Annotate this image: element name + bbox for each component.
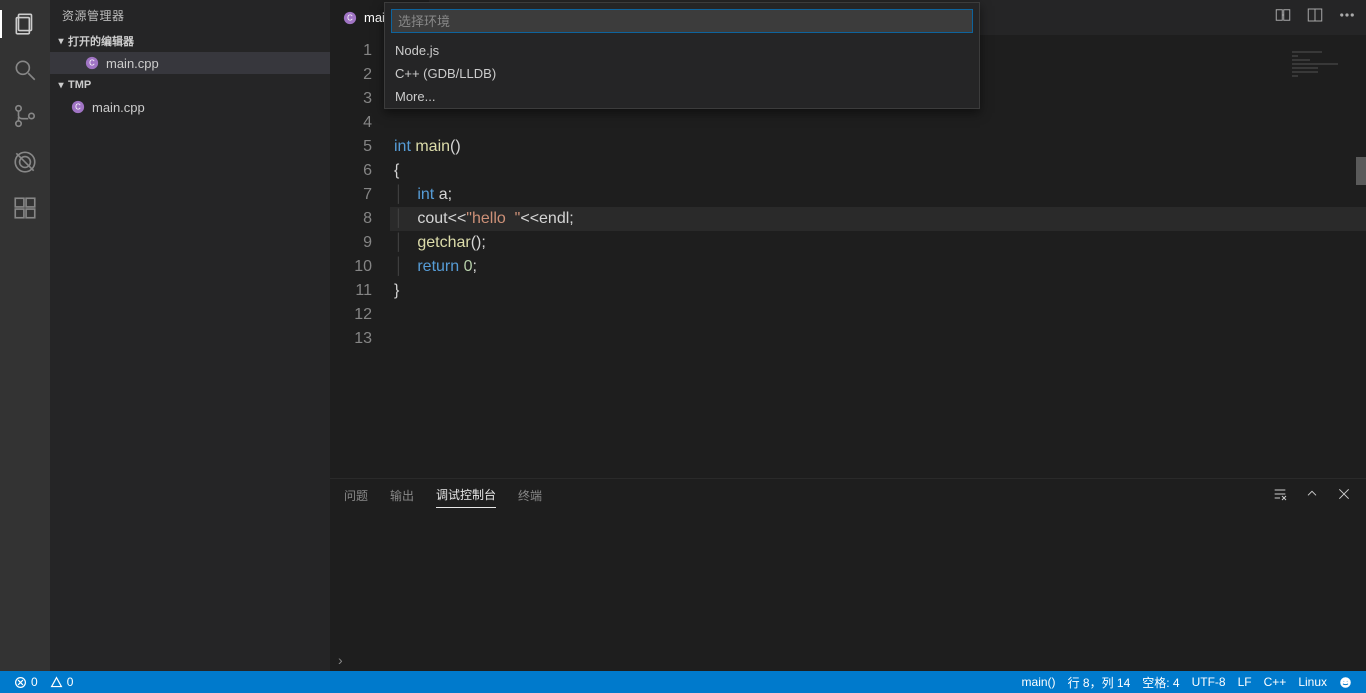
svg-text:C: C [75,103,81,112]
panel-body[interactable] [330,511,1366,649]
source-control-icon[interactable] [11,102,39,130]
compare-changes-icon[interactable] [1274,6,1292,29]
status-os[interactable]: Linux [1292,675,1333,689]
quick-pick-item[interactable]: More... [385,85,979,108]
status-eol[interactable]: LF [1232,675,1258,689]
warning-count: 0 [67,675,74,689]
overview-ruler-marker [1356,157,1366,185]
cpp-file-icon: C [342,10,358,26]
more-actions-icon[interactable] [1338,6,1356,29]
panel-tab-output[interactable]: 输出 [390,483,414,508]
status-bar: 0 0 main() 行 8，列 14 空格: 4 UTF-8 LF C++ L… [0,671,1366,693]
status-errors[interactable]: 0 [8,675,44,689]
debug-repl-prompt[interactable]: › [330,649,1366,671]
chevron-down-icon: ▾ [54,36,68,47]
section-workspace[interactable]: ▾ TMP [50,74,330,96]
explorer-icon[interactable] [11,10,39,38]
activity-bar [0,0,50,671]
collapse-panel-icon[interactable] [1304,486,1320,505]
split-editor-icon[interactable] [1306,6,1324,29]
chevron-down-icon: ▾ [54,80,68,91]
status-warnings[interactable]: 0 [44,675,80,689]
status-language[interactable]: C++ [1258,675,1293,689]
quick-pick-input[interactable] [391,9,973,33]
section-label: 打开的编辑器 [68,33,134,49]
status-cursor-position[interactable]: 行 8，列 14 [1062,674,1137,691]
line-number-gutter: 12345678910111213 [330,35,390,478]
extensions-icon[interactable] [11,194,39,222]
panel-tabs: 问题 输出 调试控制台 终端 [330,479,1366,511]
section-open-editors[interactable]: ▾ 打开的编辑器 [50,30,330,52]
status-encoding[interactable]: UTF-8 [1186,675,1232,689]
debug-icon[interactable] [11,148,39,176]
svg-text:C: C [347,13,353,22]
section-label: TMP [68,79,91,91]
panel-tab-problems[interactable]: 问题 [344,483,368,508]
quick-pick-item[interactable]: Node.js [385,39,979,62]
chevron-right-icon: › [338,652,343,668]
status-scope[interactable]: main() [1016,675,1062,689]
svg-text:C: C [89,59,95,68]
open-editor-item[interactable]: C main.cpp [50,52,330,74]
quick-pick: Node.js C++ (GDB/LLDB) More... [384,2,980,109]
panel-tab-debug-console[interactable]: 调试控制台 [436,482,496,508]
cpp-file-icon: C [84,55,100,71]
cpp-file-icon: C [70,99,86,115]
editor-area: C main.cpp [330,0,1366,671]
workspace-file-item[interactable]: C main.cpp [50,96,330,118]
sidebar: 资源管理器 ▾ 打开的编辑器 C main.cpp ▾ TMP C main.c… [50,0,330,671]
status-indentation[interactable]: 空格: 4 [1136,674,1185,691]
file-name: main.cpp [106,56,159,71]
close-panel-icon[interactable] [1336,486,1352,505]
file-name: main.cpp [92,100,145,115]
status-feedback-icon[interactable] [1333,676,1358,689]
clear-console-icon[interactable] [1272,486,1288,505]
search-icon[interactable] [11,56,39,84]
bottom-panel: 问题 输出 调试控制台 终端 › [330,478,1366,671]
quick-pick-item[interactable]: C++ (GDB/LLDB) [385,62,979,85]
error-count: 0 [31,675,38,689]
panel-tab-terminal[interactable]: 终端 [518,483,542,508]
sidebar-title: 资源管理器 [50,0,330,30]
